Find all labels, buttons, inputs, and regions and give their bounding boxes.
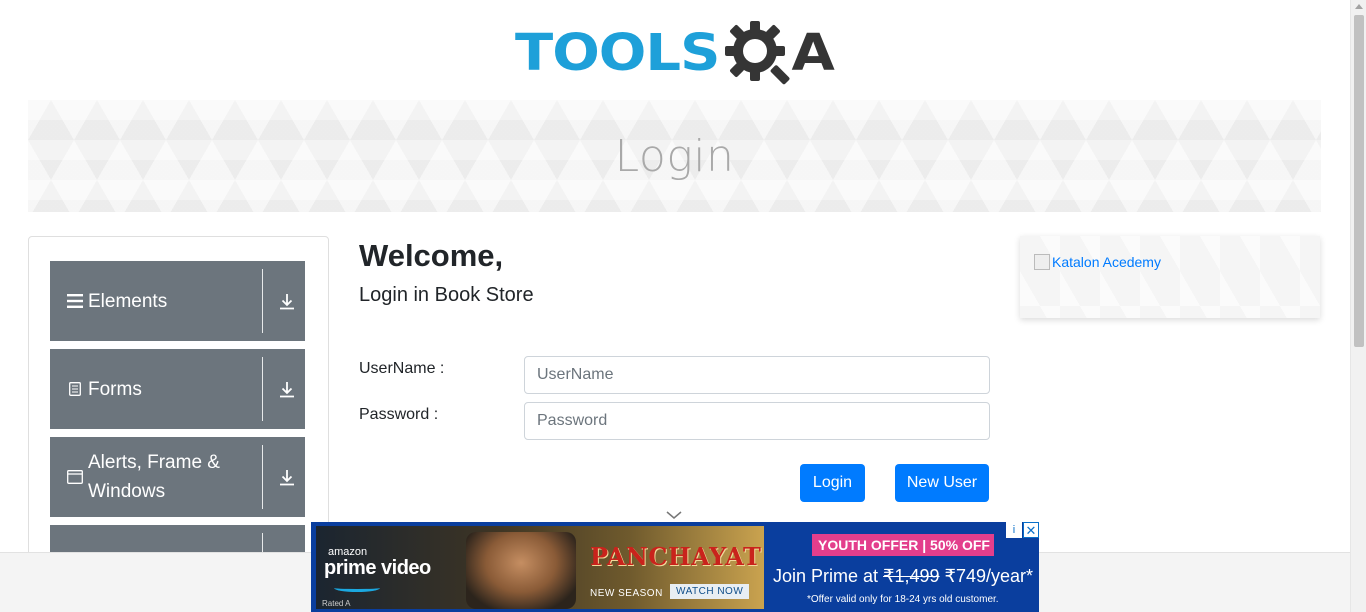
- logo-text-tools: TOOLS: [515, 24, 720, 83]
- menu-group-label: Alerts, Frame & Windows: [88, 452, 220, 502]
- ad-season: NEW SEASON: [590, 588, 663, 599]
- download-arrow-icon[interactable]: [277, 261, 297, 341]
- new-user-button[interactable]: New User: [895, 464, 989, 502]
- ad-join-prefix: Join Prime at: [773, 566, 884, 586]
- scroll-up-arrow-icon[interactable]: [1355, 4, 1363, 9]
- left-menu-panel: Elements Forms Alerts, Frame & Windows: [28, 236, 329, 566]
- ad-product: prime video: [324, 557, 431, 579]
- menu-group-forms[interactable]: Forms: [50, 349, 305, 429]
- divider: [262, 445, 263, 509]
- katalon-ad[interactable]: Katalon Acedemy: [1020, 236, 1320, 318]
- divider: [262, 269, 263, 333]
- prime-video-ad[interactable]: amazon prime video Rated A PANCHAYAT NEW…: [311, 522, 1039, 612]
- actor-image: [466, 532, 576, 609]
- download-arrow-icon[interactable]: [277, 349, 297, 429]
- ad-new-price: ₹749/year*: [939, 566, 1034, 586]
- welcome-heading: Welcome,: [359, 238, 504, 273]
- password-input[interactable]: [524, 402, 990, 440]
- ad-creative: amazon prime video Rated A PANCHAYAT NEW…: [316, 526, 764, 609]
- vertical-scrollbar[interactable]: [1350, 0, 1366, 612]
- ad-fine-print: *Offer valid only for 18-24 yrs old cust…: [807, 594, 999, 605]
- menu-group-label: Elements: [88, 290, 168, 312]
- ad-rating: Rated A: [322, 599, 351, 608]
- window-icon: [66, 470, 84, 484]
- logo-text-a: A: [791, 24, 835, 83]
- login-button[interactable]: Login: [800, 464, 865, 502]
- ad-old-price: ₹1,499: [883, 566, 940, 586]
- page-banner: Login: [28, 100, 1321, 212]
- username-label: UserName :: [359, 360, 445, 377]
- menu-group-alerts-frame-windows[interactable]: Alerts, Frame & Windows: [50, 437, 305, 517]
- scrollbar-thumb[interactable]: [1354, 15, 1364, 347]
- divider: [262, 357, 263, 421]
- gear-magnifier-icon: [721, 17, 795, 91]
- login-subheading: Login in Book Store: [359, 284, 534, 306]
- toolsqa-logo[interactable]: TOOLS A: [515, 14, 840, 94]
- ad-close-icon[interactable]: ✕: [1023, 522, 1039, 538]
- username-input[interactable]: [524, 356, 990, 394]
- page-title: Login: [614, 130, 735, 182]
- chevron-down-icon[interactable]: [664, 508, 684, 520]
- ad-offer-badge: YOUTH OFFER | 50% OFF: [812, 534, 994, 556]
- ad-watch-now-button[interactable]: WATCH NOW: [670, 584, 750, 599]
- hamburger-icon: [66, 294, 84, 308]
- menu-group-label: Forms: [88, 378, 142, 400]
- ad-join-text: Join Prime at ₹1,499 ₹749/year*: [773, 566, 1033, 587]
- document-icon: [66, 382, 84, 396]
- ad-show-title: PANCHAYAT: [590, 542, 762, 571]
- amazon-smile-icon: [334, 584, 380, 592]
- broken-image-link[interactable]: Katalon Acedemy: [1034, 254, 1161, 270]
- password-label: Password :: [359, 406, 439, 423]
- download-arrow-icon[interactable]: [277, 437, 297, 517]
- broken-image-icon: [1034, 254, 1050, 270]
- ad-info-icon[interactable]: i: [1006, 522, 1022, 538]
- image-alt-text: Katalon Acedemy: [1052, 254, 1161, 270]
- menu-group-elements[interactable]: Elements: [50, 261, 305, 341]
